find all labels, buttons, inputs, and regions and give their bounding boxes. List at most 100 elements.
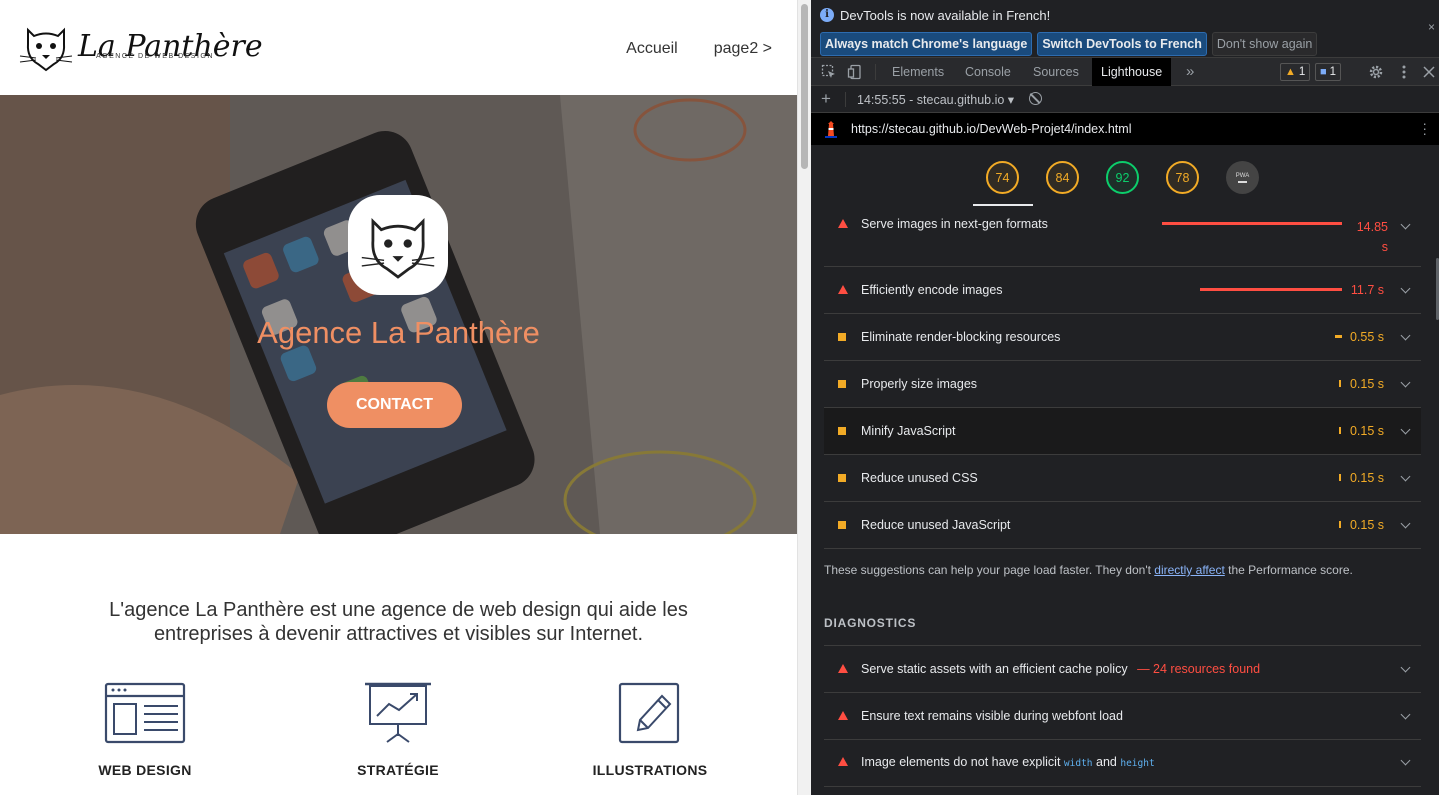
devtools-tabbar: Elements Console Sources Lighthouse » ▲ … [811,58,1439,86]
report-selector-label: 14:55:55 - stecau.github.io [857,93,1005,107]
audit-title-text: Serve static assets with an efficient ca… [861,662,1128,676]
report-selector[interactable]: 14:55:55 - stecau.github.io ▾ [857,92,1014,107]
audit-row[interactable]: Minify JavaScript 0.15 s [824,408,1421,455]
audit-row[interactable]: Serve images in next-gen formats 14.85 s [824,207,1421,267]
site-logo[interactable]: La Panthère AGENCE DE WEB DESIGN [18,22,263,72]
panther-logo-icon [19,27,73,72]
chevron-down-icon[interactable] [1400,471,1411,482]
pencil-edit-icon [618,682,680,744]
scrollbar-thumb[interactable] [801,4,808,169]
seo-score-gauge[interactable]: 78 [1166,161,1199,194]
accessibility-score-gauge[interactable]: 84 [1046,161,1079,194]
warnings-badge[interactable]: ▲ 1 [1280,63,1311,81]
nav-link-page2[interactable]: page2 > [714,40,772,58]
savings-bar [1339,427,1341,434]
chevron-down-icon[interactable] [1400,424,1411,435]
tab-lighthouse[interactable]: Lighthouse [1092,58,1172,86]
tab-console[interactable]: Console [956,58,1020,86]
audit-title: Ensure text remains visible during webfo… [861,709,1123,723]
lighthouse-toolbar: + 14:55:55 - stecau.github.io ▾ [811,86,1439,113]
chevron-down-icon[interactable] [1400,755,1411,766]
directly-affect-link[interactable]: directly affect [1154,563,1224,577]
audit-row[interactable]: Serve static assets with an efficient ca… [824,646,1421,693]
fail-triangle-icon [838,757,848,766]
more-tabs-icon[interactable]: » [1177,58,1203,86]
close-devtools-icon[interactable] [1421,64,1437,80]
audit-title: Serve static assets with an efficient ca… [861,662,1260,676]
chevron-down-icon[interactable] [1400,330,1411,341]
page-scrollbar[interactable] [797,0,811,795]
average-square-icon [838,427,846,435]
close-icon[interactable]: × [1428,20,1435,34]
infobar-buttons: Always match Chrome's language Switch De… [820,32,1318,56]
gear-icon[interactable] [1368,64,1384,80]
message-icon: ■ [1320,66,1327,78]
note-text: These suggestions can help your page loa… [824,563,1151,577]
language-infobar: i DevTools is now available in French! ×… [811,0,1439,58]
average-square-icon [838,333,846,341]
score-value: 78 [1175,170,1190,185]
inspect-element-icon[interactable] [821,64,837,80]
savings-value: 0.15 s [1349,471,1384,485]
logo-subtitle: AGENCE DE WEB DESIGN [96,53,214,60]
pwa-label: PWA [1235,172,1250,179]
audit-title: Reduce unused CSS [861,471,978,485]
performance-score-gauge[interactable]: 74 [986,161,1019,194]
audit-row[interactable]: Eliminate render-blocking resources 0.55… [824,314,1421,361]
savings-number: 14.85 [1356,220,1388,234]
best-practices-score-gauge[interactable]: 92 [1106,161,1139,194]
active-score-underline [973,204,1033,206]
audit-row[interactable]: Reduce unused JavaScript 0.15 s [824,502,1421,549]
audit-row[interactable]: Ensure text remains visible during webfo… [824,693,1421,740]
match-language-button[interactable]: Always match Chrome's language [820,32,1033,56]
warning-icon: ▲ [1285,66,1296,78]
chevron-down-icon[interactable] [1400,219,1411,230]
chevron-down-icon[interactable] [1400,518,1411,529]
audit-row[interactable]: Reduce unused CSS 0.15 s [824,455,1421,502]
intro-text: L'agence La Panthère est une agence de w… [0,598,797,646]
new-report-icon[interactable]: + [821,89,831,109]
nav-link-accueil[interactable]: Accueil [626,40,678,58]
savings-bar [1339,380,1341,387]
chevron-down-icon[interactable] [1400,377,1411,388]
note-text-end: the Performance score. [1228,563,1353,577]
audit-row[interactable]: Efficiently encode images 11.7 s [824,267,1421,314]
tab-sources[interactable]: Sources [1024,58,1088,86]
diagnostics-heading: DIAGNOSTICS [824,616,917,630]
hero-title: Agence La Panthère [257,315,540,350]
pwa-dash-icon [1238,180,1247,183]
chevron-down-icon[interactable] [1400,709,1411,720]
chevron-down-icon[interactable] [1400,283,1411,294]
messages-count: 1 [1329,66,1337,78]
audit-title: Minify JavaScript [861,424,956,438]
audit-title: Efficiently encode images [861,283,1003,297]
average-square-icon [838,474,846,482]
messages-badge[interactable]: ■ 1 [1315,63,1342,81]
feature-label: STRATÉGIE [357,762,439,778]
kebab-menu-icon[interactable] [1396,64,1412,80]
pwa-score-gauge[interactable]: PWA [1226,161,1259,194]
clear-reports-icon[interactable] [1029,92,1042,105]
feature-label: WEB DESIGN [98,762,192,778]
opportunities-list: Serve images in next-gen formats 14.85 s … [824,207,1421,549]
audit-row[interactable]: Properly size images 0.15 s [824,361,1421,408]
chevron-down-icon[interactable] [1400,662,1411,673]
savings-bar [1200,288,1342,291]
report-url-bar: https://stecau.github.io/DevWeb-Projet4/… [811,113,1439,145]
audit-title: Eliminate render-blocking resources [861,330,1061,344]
audit-title: Serve images in next-gen formats [861,217,1048,231]
savings-unit: s [1381,240,1388,254]
tab-elements[interactable]: Elements [883,58,953,86]
device-toolbar-icon[interactable] [847,64,863,80]
audit-row[interactable]: Image elements do not have explicit widt… [824,740,1421,787]
switch-to-french-button[interactable]: Switch DevTools to French [1037,32,1207,56]
website-viewport: La Panthère AGENCE DE WEB DESIGN Accueil… [0,0,797,795]
report-url[interactable]: https://stecau.github.io/DevWeb-Projet4/… [851,122,1131,136]
site-nav: Accueil page2 > [626,40,772,58]
dont-show-again-button[interactable]: Don't show again [1211,32,1318,56]
lighthouse-logo-icon [825,121,837,138]
savings-value: 0.15 s [1349,518,1384,532]
contact-button[interactable]: CONTACT [327,382,462,428]
report-menu-icon[interactable]: · · · [1422,116,1427,140]
average-square-icon [838,380,846,388]
